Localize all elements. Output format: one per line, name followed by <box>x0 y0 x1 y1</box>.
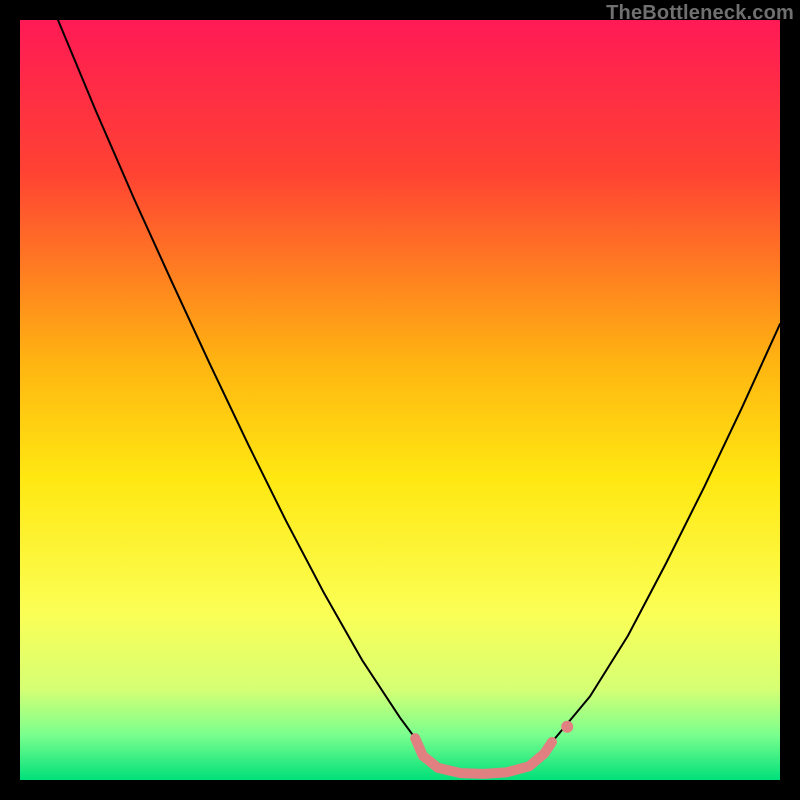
bottleneck-valley-marker <box>561 721 573 733</box>
chart-frame: TheBottleneck.com <box>0 0 800 800</box>
bottleneck-chart <box>20 20 780 780</box>
chart-background <box>20 20 780 780</box>
